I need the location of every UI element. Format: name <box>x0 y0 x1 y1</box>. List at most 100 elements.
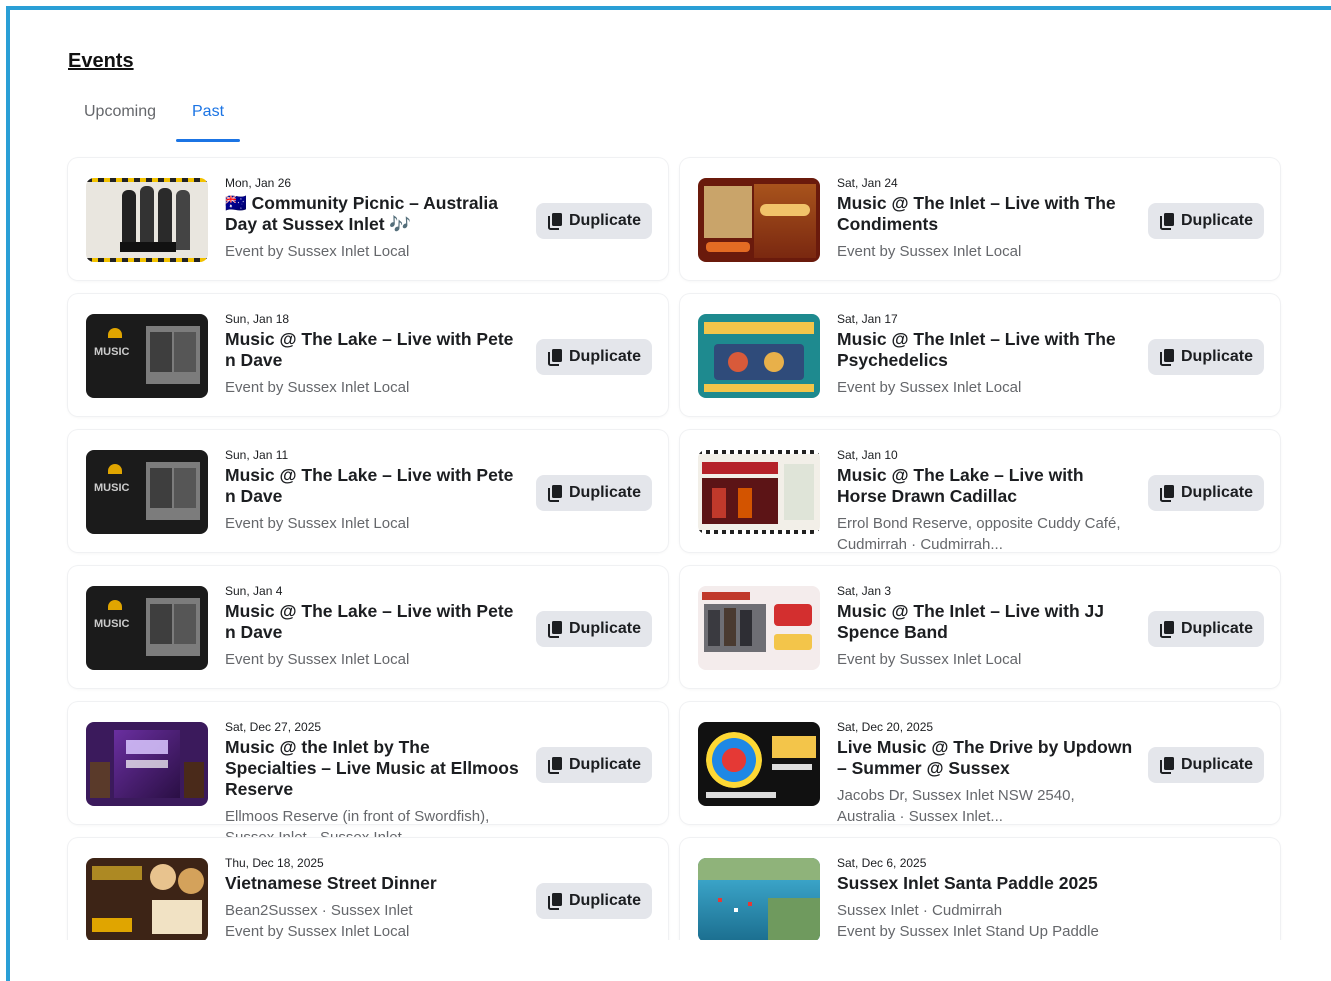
event-host: Event by Sussex Inlet Local <box>225 923 410 940</box>
event-name[interactable]: Sussex Inlet Santa Paddle 2025 <box>837 873 1137 894</box>
event-thumbnail <box>698 722 820 806</box>
event-name[interactable]: Music @ The Lake – Live with Pete n Dave <box>225 601 525 643</box>
event-card[interactable]: MUSIC Sun, Jan 18 Music @ The Lake – Liv… <box>68 294 668 416</box>
duplicate-label: Duplicate <box>1180 484 1253 501</box>
duplicate-icon <box>547 213 562 230</box>
event-location: Sussex Inlet · Cudmirrah <box>837 902 1003 919</box>
duplicate-label: Duplicate <box>1180 212 1253 229</box>
event-date: Sat, Dec 27, 2025 <box>225 720 322 734</box>
event-thumbnail <box>86 722 208 806</box>
duplicate-icon <box>547 621 562 638</box>
event-name[interactable]: Music @ The Lake – Live with Pete n Dave <box>225 329 525 371</box>
duplicate-icon <box>1159 349 1174 366</box>
event-card[interactable]: Mon, Jan 26 🇦🇺 Community Picnic – Austra… <box>68 158 668 280</box>
duplicate-icon <box>1159 757 1174 774</box>
event-thumbnail <box>698 858 820 942</box>
event-date: Mon, Jan 26 <box>225 176 292 190</box>
event-location: Errol Bond Reserve, opposite Cuddy Café, <box>837 515 1121 532</box>
event-date: Sun, Jan 4 <box>225 584 283 598</box>
event-thumbnail <box>698 450 820 534</box>
event-thumbnail: MUSIC <box>86 586 208 670</box>
duplicate-button[interactable]: Duplicate <box>536 611 652 647</box>
event-location: Bean2Sussex · Sussex Inlet <box>225 902 413 919</box>
event-host: Event by Sussex Inlet Local <box>837 379 1022 396</box>
duplicate-label: Duplicate <box>1180 348 1253 365</box>
duplicate-icon <box>547 893 562 910</box>
duplicate-label: Duplicate <box>568 620 641 637</box>
duplicate-icon <box>1159 485 1174 502</box>
duplicate-icon <box>1159 621 1174 638</box>
duplicate-button[interactable]: Duplicate <box>536 747 652 783</box>
duplicate-button[interactable]: Duplicate <box>1148 475 1264 511</box>
event-card[interactable]: Sat, Jan 3 Music @ The Inlet – Live with… <box>680 566 1280 688</box>
event-location-detail: Cudmirrah · Cudmirrah... <box>837 536 1003 553</box>
event-date: Sun, Jan 11 <box>225 448 289 462</box>
event-host: Event by Sussex Inlet Local <box>225 243 410 260</box>
event-name[interactable]: Music @ The Lake – Live with Horse Drawn… <box>837 465 1137 507</box>
duplicate-button[interactable]: Duplicate <box>536 339 652 375</box>
event-card[interactable]: Sat, Dec 27, 2025 Music @ the Inlet by T… <box>68 702 668 846</box>
event-card[interactable]: Sat, Jan 24 Music @ The Inlet – Live wit… <box>680 158 1280 280</box>
event-host: Event by Sussex Inlet Local <box>225 379 410 396</box>
duplicate-icon <box>547 349 562 366</box>
duplicate-button[interactable]: Duplicate <box>536 475 652 511</box>
event-card[interactable]: MUSIC Sun, Jan 11 Music @ The Lake – Liv… <box>68 430 668 552</box>
event-name[interactable]: Vietnamese Street Dinner <box>225 873 525 894</box>
duplicate-button[interactable]: Duplicate <box>1148 203 1264 239</box>
duplicate-icon <box>547 485 562 502</box>
event-card[interactable]: Sat, Dec 20, 2025 Live Music @ The Drive… <box>680 702 1280 825</box>
event-thumbnail <box>86 178 208 262</box>
event-thumbnail <box>698 586 820 670</box>
event-host: Event by Sussex Inlet Local <box>837 243 1022 260</box>
tab-past[interactable]: Past <box>176 92 241 142</box>
duplicate-label: Duplicate <box>1180 620 1253 637</box>
event-name[interactable]: Music @ The Lake – Live with Pete n Dave <box>225 465 525 507</box>
event-thumbnail: MUSIC <box>86 314 208 398</box>
event-host: Event by Sussex Inlet Stand Up Paddle <box>837 923 1099 940</box>
event-name[interactable]: Music @ The Inlet – Live with JJ Spence … <box>837 601 1137 643</box>
event-card[interactable]: Sat, Jan 17 Music @ The Inlet – Live wit… <box>680 294 1280 416</box>
duplicate-label: Duplicate <box>568 892 641 909</box>
event-name[interactable]: Music @ the Inlet by The Specialties – L… <box>225 737 525 800</box>
event-date: Sat, Jan 3 <box>837 584 892 598</box>
duplicate-button[interactable]: Duplicate <box>536 203 652 239</box>
event-thumbnail <box>698 314 820 398</box>
duplicate-label: Duplicate <box>568 484 641 501</box>
duplicate-label: Duplicate <box>568 756 641 773</box>
event-thumbnail: MUSIC <box>86 450 208 534</box>
event-date: Thu, Dec 18, 2025 <box>225 856 324 870</box>
event-name[interactable]: Music @ The Inlet – Live with The Psyche… <box>837 329 1137 371</box>
tab-past-label: Past <box>192 103 225 120</box>
tab-upcoming[interactable]: Upcoming <box>84 92 156 142</box>
event-name[interactable]: Music @ The Inlet – Live with The Condim… <box>837 193 1137 235</box>
duplicate-label: Duplicate <box>568 212 641 229</box>
duplicate-label: Duplicate <box>1180 756 1253 773</box>
duplicate-label: Duplicate <box>568 348 641 365</box>
duplicate-button[interactable]: Duplicate <box>1148 339 1264 375</box>
event-date: Sat, Jan 17 <box>837 312 898 326</box>
event-date: Sat, Dec 20, 2025 <box>837 720 934 734</box>
active-tab-indicator <box>176 139 241 142</box>
event-location: Jacobs Dr, Sussex Inlet NSW 2540, <box>837 787 1075 804</box>
bottom-clip <box>10 940 1331 975</box>
duplicate-icon <box>547 757 562 774</box>
event-date: Sat, Jan 24 <box>837 176 898 190</box>
page-title: Events <box>68 50 134 72</box>
event-name[interactable]: 🇦🇺 Community Picnic – Australia Day at S… <box>225 193 525 235</box>
duplicate-icon <box>1159 213 1174 230</box>
event-host: Event by Sussex Inlet Local <box>225 651 410 668</box>
duplicate-button[interactable]: Duplicate <box>1148 611 1264 647</box>
event-host: Event by Sussex Inlet Local <box>225 515 410 532</box>
event-date: Sun, Jan 18 <box>225 312 290 326</box>
event-thumbnail <box>86 858 208 942</box>
event-location-detail: Australia · Sussex Inlet... <box>837 808 1003 825</box>
event-name[interactable]: Live Music @ The Drive by Updown – Summe… <box>837 737 1137 779</box>
duplicate-button[interactable]: Duplicate <box>536 883 652 919</box>
duplicate-button[interactable]: Duplicate <box>1148 747 1264 783</box>
event-card[interactable]: MUSIC Sun, Jan 4 Music @ The Lake – Live… <box>68 566 668 688</box>
event-card[interactable]: Sat, Jan 10 Music @ The Lake – Live with… <box>680 430 1280 553</box>
event-location: Ellmoos Reserve (in front of Swordfish), <box>225 808 490 825</box>
event-thumbnail <box>698 178 820 262</box>
event-host: Event by Sussex Inlet Local <box>837 651 1022 668</box>
event-date: Sat, Jan 10 <box>837 448 898 462</box>
